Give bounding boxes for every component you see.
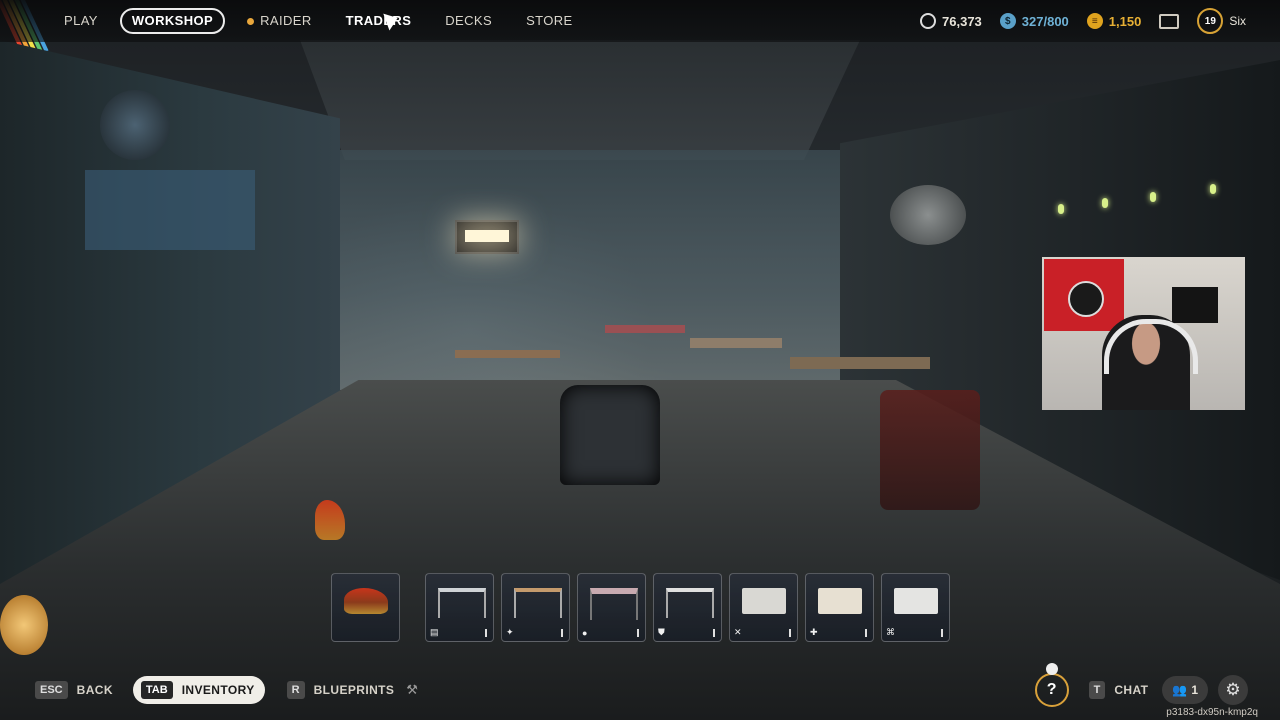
ceiling (300, 40, 860, 160)
nav-workshop[interactable]: WORKSHOP (119, 8, 226, 34)
hotbar-slot-7[interactable]: ⌘ (881, 573, 950, 642)
string-lights (1050, 180, 1230, 214)
question-mark-icon: ? (1046, 681, 1057, 698)
inventory-label: INVENTORY (181, 683, 255, 697)
mail-icon (1159, 13, 1180, 29)
help-button[interactable]: ? (1034, 663, 1069, 707)
slot-indicator (713, 629, 715, 637)
party-button[interactable]: 👥 1 (1162, 676, 1208, 704)
workbench-icon (590, 588, 638, 620)
settings-button[interactable]: ⚙ (1218, 675, 1248, 705)
rooster-icon (344, 588, 388, 614)
t-key: T (1088, 681, 1106, 699)
slot-indicator (941, 629, 943, 637)
desk-icon (742, 588, 786, 614)
nav-play[interactable]: PLAY (52, 8, 110, 34)
nav-label: STORE (526, 13, 573, 28)
nav-raider[interactable]: RAIDER (235, 8, 324, 34)
workbench-prop (790, 357, 930, 369)
nav-traders[interactable]: TRADERS (334, 8, 424, 34)
hotbar-slot-2[interactable]: ✦ (501, 573, 570, 642)
top-nav-bar: PLAY WORKSHOP RAIDER TRADERS DECKS STORE… (0, 0, 1280, 42)
wall-fan (100, 90, 170, 160)
scrappy-icon: ⌘ (886, 627, 895, 637)
nav-label: TRADERS (345, 13, 412, 28)
esc-key: ESC (35, 681, 68, 699)
nav-label: RAIDER (260, 13, 312, 28)
party-icon: 👥 (1172, 683, 1188, 697)
wrench-icon: ⚒ (406, 682, 418, 697)
hotbar-slot-6[interactable]: ✚ (805, 573, 874, 642)
window (85, 170, 255, 250)
wall-tv (1172, 287, 1218, 323)
raider-coin-icon (920, 13, 937, 29)
blueprints-button[interactable]: BLUEPRINTS (314, 683, 395, 697)
crossed-tools-icon: ✕ (734, 627, 742, 637)
work-lamp (455, 220, 519, 254)
r-key: R (286, 681, 305, 699)
nav-label: PLAY (64, 13, 98, 28)
office-chair (880, 390, 980, 510)
nav-decks[interactable]: DECKS (433, 8, 504, 34)
nav-label: WORKSHOP (131, 13, 214, 28)
table-icon (514, 588, 562, 618)
back-button[interactable]: BACK (77, 683, 113, 697)
floppy-icon: ▤ (430, 627, 439, 637)
surgical-lamp (890, 185, 966, 245)
raider-coins[interactable]: 76,373 (920, 13, 982, 29)
workshop-hotbar: ▤ ✦ ● ⛊ ✕ ✚ ⌘ (331, 573, 950, 642)
session-id: p3183-dx95n-kmp2q (1166, 707, 1258, 718)
workbench-icon (438, 588, 486, 618)
gold-currency[interactable]: ≡ 1,150 (1086, 13, 1142, 29)
workbench-prop (690, 338, 782, 348)
currency-bar: 76,373 $ 327/800 ≡ 1,150 19 Six (902, 0, 1246, 42)
party-count: 1 (1191, 683, 1198, 697)
gold-bars-icon: ≡ (1086, 13, 1103, 29)
back-wall (330, 150, 850, 390)
hotbar-slot-4[interactable]: ⛊ (653, 573, 722, 642)
cred-currency[interactable]: $ 327/800 (999, 13, 1069, 29)
notification-icon (1045, 663, 1058, 675)
shield-icon: ⛊ (658, 627, 665, 637)
armchair (560, 385, 660, 485)
raider-coins-value: 76,373 (942, 13, 982, 29)
bottom-left-controls: ESC BACK TAB INVENTORY R BLUEPRINTS ⚒ (35, 676, 418, 704)
inventory-button[interactable]: TAB INVENTORY (132, 676, 265, 704)
raptors-flag (1044, 259, 1124, 331)
workbench-icon (666, 588, 714, 618)
cred-value: 327/800 (1021, 13, 1069, 29)
hotbar-slot-1[interactable]: ▤ (425, 573, 494, 642)
slot-indicator (561, 629, 563, 637)
workbench-prop (455, 350, 560, 358)
slot-indicator (485, 629, 487, 637)
cabinet-icon (894, 588, 938, 614)
explosive-icon: ✦ (506, 627, 514, 637)
slot-indicator (637, 629, 639, 637)
cred-icon: $ (999, 13, 1016, 29)
profile-button[interactable]: 19 Six (1197, 8, 1246, 34)
gear-icon: ⚙ (1225, 680, 1241, 699)
hotbar-slot-rooster[interactable] (331, 573, 400, 642)
workbench-prop (605, 325, 685, 333)
hotbar-slot-5[interactable]: ✕ (729, 573, 798, 642)
webcam-overlay (1042, 257, 1245, 410)
raider-dot-icon (247, 17, 255, 25)
slot-indicator (789, 629, 791, 637)
player-level-badge: 19 (1197, 8, 1224, 34)
main-nav: PLAY WORKSHOP RAIDER TRADERS DECKS STORE (52, 0, 595, 42)
medical-icon: ✚ (810, 627, 818, 637)
username: Six (1229, 14, 1246, 28)
bottom-right-controls: ? T CHAT 👥 1 ⚙ (1034, 663, 1248, 708)
gold-value: 1,150 (1108, 13, 1142, 29)
desk-icon (818, 588, 862, 614)
globe-prop (0, 595, 48, 655)
mail-button[interactable] (1159, 13, 1180, 29)
hotbar-slot-3[interactable]: ● (577, 573, 646, 642)
nav-store[interactable]: STORE (514, 8, 585, 34)
slot-indicator (865, 629, 867, 637)
grenade-icon: ● (582, 628, 588, 638)
nav-label: DECKS (445, 13, 493, 28)
tab-key: TAB (140, 681, 173, 699)
chat-button[interactable]: CHAT (1114, 683, 1148, 697)
